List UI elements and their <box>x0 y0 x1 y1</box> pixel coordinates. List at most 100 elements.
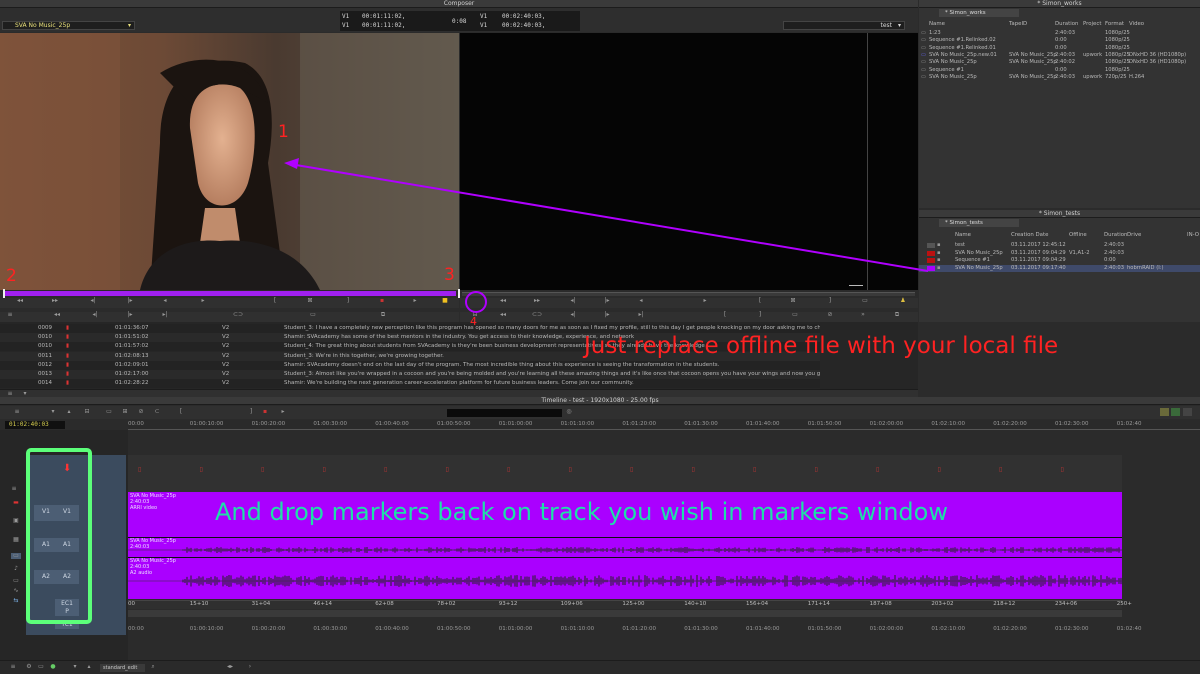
bottom-edit-tab[interactable]: standard_edit <box>100 664 145 672</box>
column-header[interactable]: Format <box>1105 20 1124 28</box>
up-icon[interactable]: ▴ <box>84 664 94 670</box>
play-icon[interactable]: |▸ <box>602 298 612 304</box>
window-controls[interactable] <box>1160 408 1196 416</box>
extract-icon[interactable]: ⊞ <box>120 409 130 415</box>
bracket-out-icon[interactable]: ] <box>246 409 256 415</box>
source-position-indicator[interactable] <box>3 289 5 298</box>
column-header[interactable]: Creation Date <box>1011 231 1048 239</box>
source-position-bar[interactable] <box>3 291 456 296</box>
search-icon[interactable]: ⌕ <box>148 664 158 670</box>
chevron-right-icon[interactable]: › <box>245 664 255 670</box>
toggle-icon[interactable]: ⧉ <box>892 312 902 318</box>
sync-icon[interactable]: » <box>858 312 868 318</box>
chevron-down-icon[interactable]: ▾ <box>48 409 58 415</box>
mark-in-icon[interactable]: ◂ <box>160 298 170 304</box>
settings-icon[interactable]: ◎ <box>564 409 574 415</box>
disable-icon[interactable]: ⊘ <box>136 409 146 415</box>
mark-clip-icon[interactable]: [ <box>720 312 730 318</box>
column-header[interactable]: Drive <box>1127 231 1141 239</box>
column-header[interactable]: Video <box>1129 20 1144 28</box>
clip-a1[interactable]: SVA No Music_25p 2:40:03 <box>128 537 1122 557</box>
bin-row[interactable]: ▪ test 03.11.2017 12:45:12 2:40:03 <box>919 242 1200 249</box>
source-monitor-frame[interactable] <box>0 33 459 290</box>
patch-icon[interactable]: ⇆ <box>11 598 21 604</box>
bin-row[interactable]: ▭ Sequence #1.Relinked.02 0:00 1080p/25 <box>919 37 1200 44</box>
lift-icon[interactable]: ▭ <box>860 298 870 304</box>
column-header[interactable]: TapeID <box>1009 20 1027 28</box>
go-in-icon[interactable]: ▸| <box>160 312 170 318</box>
marker-row[interactable]: 0009 ▮ 01:01:36:07 V2 Student_3: I have a co… <box>0 324 820 333</box>
fwd-icon[interactable]: |▸ <box>602 312 612 318</box>
column-header[interactable]: Name <box>955 231 971 239</box>
bracket-out-icon[interactable]: ] <box>825 298 835 304</box>
disable-icon[interactable]: ⊘ <box>825 312 835 318</box>
bin-row[interactable]: ▪ SVA No Music_25p 03.11.2017 09:17:40 2:40… <box>919 264 1200 272</box>
bin-row[interactable]: ▭ Sequence #1.Relinked.01 0:00 1080p/25 <box>919 45 1200 52</box>
link-icon[interactable]: ⊂ <box>152 409 162 415</box>
bin-row[interactable]: ▭ SVA No Music_25p SVA No Music_25p 2:40:02… <box>919 59 1200 66</box>
bin-row[interactable]: ▪ SVA No Music_25p 03.11.2017 09:04:29 V1,A… <box>919 250 1200 257</box>
play-icon[interactable]: ▸ <box>278 409 288 415</box>
close-icon[interactable] <box>1183 408 1192 416</box>
segment-icon[interactable]: ⊟ <box>82 409 92 415</box>
audio-icon[interactable]: ▭ <box>11 578 21 584</box>
clip-a2[interactable]: SVA No Music_25p 2:40:03 A2 audio <box>128 557 1122 599</box>
column-header[interactable]: Name <box>929 20 945 28</box>
menu-icon[interactable]: ≡ <box>5 312 15 318</box>
play-reverse-icon[interactable]: ◂| <box>568 298 578 304</box>
column-header[interactable]: Duration <box>1104 231 1127 239</box>
record-seq-selector[interactable]: test ▾ <box>783 21 905 30</box>
copy-icon[interactable]: ⧉ <box>378 312 388 318</box>
record-position-indicator[interactable] <box>458 289 460 298</box>
marker-row[interactable]: 0014 ▮ 01:02:28:22 V2 Shamir: We're building… <box>0 379 820 389</box>
bin-row[interactable]: ▭ SVA No Music_25p.new.01 SVA No Music_25p… <box>919 52 1200 59</box>
color-icon[interactable]: ● <box>48 664 58 670</box>
fwd-icon[interactable]: |▸ <box>125 312 135 318</box>
timeline-menu-icon[interactable]: ≡ <box>9 486 19 492</box>
play-icon[interactable]: |▸ <box>125 298 135 304</box>
record-monitor-frame[interactable] <box>460 33 918 290</box>
bracket-in-icon[interactable]: [ <box>270 298 280 304</box>
marker-row[interactable]: 0013 ▮ 01:02:17:00 V2 Student_3: Almost like… <box>0 370 820 379</box>
bracket-out-icon[interactable]: ] <box>755 312 765 318</box>
minimize-icon[interactable] <box>1160 408 1169 416</box>
waveform-icon[interactable]: ∿ <box>11 588 21 594</box>
play-reverse-icon[interactable]: ◂| <box>88 298 98 304</box>
yellow-marker-icon[interactable]: ■ <box>440 298 450 304</box>
column-header[interactable]: Offline <box>1069 231 1087 239</box>
step-fwd-icon[interactable]: ▸▸ <box>532 298 542 304</box>
marker-row[interactable]: 0012 ▮ 01:02:09:01 V2 Shamir: SVAcademy does… <box>0 360 820 370</box>
solo-icon[interactable]: ▭ <box>11 553 21 559</box>
rev-icon[interactable]: ◂| <box>568 312 578 318</box>
clear-marks-icon[interactable]: ⊠ <box>305 298 315 304</box>
fast-rev-icon[interactable]: ◂◂ <box>498 312 508 318</box>
monitor-icon[interactable]: ▭ <box>36 664 46 670</box>
bracket-out-icon[interactable]: ] <box>343 298 353 304</box>
overwrite-icon[interactable]: ▪ <box>377 298 387 304</box>
arrows-icon[interactable]: ◂▸ <box>225 664 235 670</box>
step-back-icon[interactable]: ◂◂ <box>15 298 25 304</box>
lift-icon[interactable]: ▭ <box>104 409 114 415</box>
link-icon[interactable]: ⊂⊃ <box>233 312 243 318</box>
column-header[interactable]: Project <box>1083 20 1101 28</box>
bin-row[interactable]: ▭ Sequence #1 0:00 1080p/25 <box>919 67 1200 74</box>
bin-row[interactable]: ▪ Sequence #1 03.11.2017 09:04:29 0:00 <box>919 257 1200 264</box>
step-back-icon[interactable]: ◂◂ <box>498 298 508 304</box>
maximize-icon[interactable] <box>1171 408 1180 416</box>
menu-icon[interactable]: ≡ <box>8 664 18 670</box>
speaker-icon[interactable]: ♪ <box>11 566 21 572</box>
bracket-in-icon[interactable]: [ <box>755 298 765 304</box>
timeline-position-tc[interactable]: 01:02:40:03 <box>5 421 65 429</box>
match-frame-icon[interactable]: ▭ <box>790 312 800 318</box>
rev-icon[interactable]: ◂| <box>90 312 100 318</box>
bin-row[interactable]: ▭ SVA No Music_25p SVA No Music_25p 2:40:03… <box>919 74 1200 81</box>
mark-out-icon[interactable]: ▸ <box>198 298 208 304</box>
match-icon[interactable]: ▭ <box>308 312 318 318</box>
bin-row[interactable]: ▭ 1:23 2:40:03 1080p/25 <box>919 30 1200 37</box>
red-marker-icon[interactable]: ▪ <box>260 409 270 415</box>
bracket-in-icon[interactable]: [ <box>176 409 186 415</box>
link-icon[interactable]: ⊂⊃ <box>532 312 542 318</box>
source-bin-selector[interactable]: SVA No Music_25p ▾ <box>2 21 135 30</box>
red-record-icon[interactable]: ▬ <box>11 500 21 506</box>
lock-icon[interactable]: ▣ <box>11 518 21 524</box>
